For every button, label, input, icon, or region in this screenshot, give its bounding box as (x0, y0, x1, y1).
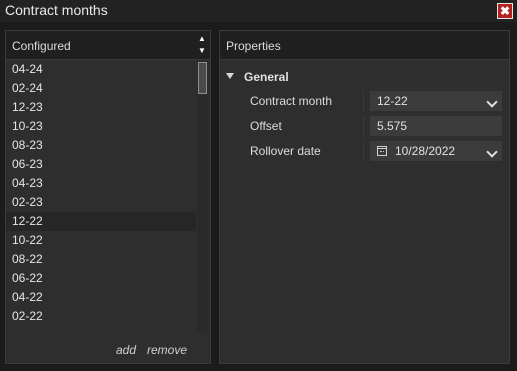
calendar-icon[interactable] (377, 146, 387, 156)
title-bar: Contract months ✖ (0, 0, 517, 22)
expand-arrow-icon[interactable] (226, 73, 234, 79)
contract-month-value: 12-22 (377, 94, 408, 108)
configured-header-label: Configured (12, 39, 71, 53)
configured-list: 04-24 02-24 12-23 10-23 08-23 06-23 04-2… (6, 60, 196, 332)
list-item[interactable]: 12-22 (6, 212, 196, 231)
properties-header: Properties (220, 31, 509, 60)
list-item[interactable]: 10-23 (6, 117, 196, 136)
list-item[interactable]: 06-23 (6, 155, 196, 174)
list-item[interactable]: 04-23 (6, 174, 196, 193)
prop-row-offset: Offset 5.575 (220, 115, 509, 137)
chevron-down-icon[interactable] (486, 96, 498, 108)
list-item[interactable]: 02-23 (6, 193, 196, 212)
add-link[interactable]: add (116, 343, 136, 357)
contract-month-select[interactable]: 12-22 (370, 91, 502, 111)
list-item[interactable]: 02-22 (6, 307, 196, 326)
prop-row-contract-month: Contract month 12-22 (220, 90, 509, 112)
list-item[interactable]: 10-22 (6, 231, 196, 250)
properties-panel: Properties General Contract month 12-22 … (219, 30, 510, 364)
sort-down-icon[interactable]: ▼ (196, 45, 208, 57)
list-item[interactable]: 06-22 (6, 269, 196, 288)
list-item[interactable]: 08-23 (6, 136, 196, 155)
rollover-date-picker[interactable]: 10/28/2022 (370, 141, 502, 161)
remove-link[interactable]: remove (147, 343, 187, 357)
window-title: Contract months (5, 2, 108, 18)
list-item[interactable]: 02-24 (6, 79, 196, 98)
offset-value: 5.575 (377, 119, 408, 133)
offset-input[interactable]: 5.575 (370, 116, 502, 136)
scroll-thumb[interactable] (198, 62, 207, 94)
close-button[interactable]: ✖ (497, 3, 513, 19)
prop-divider (363, 90, 364, 112)
list-item[interactable]: 08-22 (6, 250, 196, 269)
properties-header-label: Properties (226, 39, 281, 53)
configured-header: Configured ▲ ▼ (6, 31, 210, 60)
prop-divider (363, 140, 364, 162)
chevron-down-icon[interactable] (486, 146, 498, 158)
list-item[interactable]: 04-24 (6, 60, 196, 79)
offset-label: Offset (250, 119, 282, 133)
prop-divider (363, 115, 364, 137)
sort-arrows: ▲ ▼ (196, 33, 208, 57)
prop-row-rollover-date: Rollover date 10/28/2022 (220, 140, 509, 162)
group-label: General (244, 70, 289, 84)
list-item[interactable]: 12-23 (6, 98, 196, 117)
sort-up-icon[interactable]: ▲ (196, 33, 208, 45)
close-icon: ✖ (499, 4, 511, 18)
rollover-date-value: 10/28/2022 (395, 144, 456, 158)
configured-panel: Configured ▲ ▼ 04-24 02-24 12-23 10-23 0… (5, 30, 211, 364)
list-scrollbar[interactable] (197, 60, 209, 332)
list-item[interactable]: 04-22 (6, 288, 196, 307)
group-general[interactable]: General (220, 67, 509, 87)
rollover-date-label: Rollover date (250, 144, 321, 158)
contract-month-label: Contract month (250, 94, 333, 108)
